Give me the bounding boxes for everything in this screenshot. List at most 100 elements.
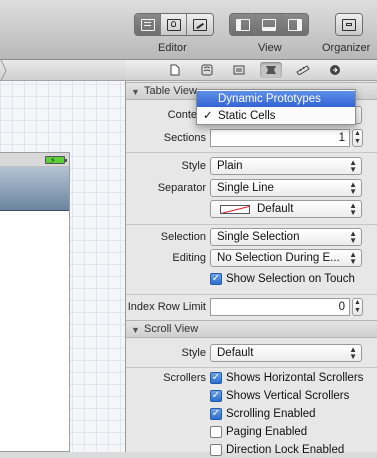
sections-label: Sections: [163, 132, 206, 144]
editing-popup-value: No Selection During E...: [217, 252, 340, 264]
separator-color-popup[interactable]: Default ▲ ▼: [210, 200, 362, 218]
standard-editor-icon: [140, 18, 155, 31]
index-row-limit-field[interactable]: 0: [210, 298, 350, 316]
sections-field[interactable]: 1: [210, 129, 350, 147]
divider: [126, 224, 377, 225]
paging-enabled-label: Paging Enabled: [226, 426, 308, 438]
show-selection-checkbox[interactable]: ✓ Show Selection on Touch: [210, 271, 355, 287]
quick-help-icon: [201, 64, 213, 76]
organizer-label: Organizer: [322, 42, 371, 54]
disclosure-triangle-icon: ▼: [131, 87, 140, 97]
window-toolbar: Editor View Organizer: [0, 0, 377, 60]
index-row-limit-stepper[interactable]: ▲ ▼: [352, 298, 363, 316]
view-label: View: [258, 42, 282, 54]
battery-icon: ⚡: [45, 156, 67, 165]
editing-popup[interactable]: No Selection During E... ▲ ▼: [210, 249, 362, 267]
view-segmented-control[interactable]: [229, 13, 309, 36]
identity-inspector-tab[interactable]: [228, 62, 250, 78]
standard-editor-button[interactable]: [135, 14, 161, 35]
index-row-limit-label: Index Row Limit: [127, 301, 206, 313]
checkmark-icon: ✓: [203, 110, 213, 122]
scrolling-enabled-checkbox[interactable]: ✓ Scrolling Enabled: [210, 406, 316, 422]
direction-lock-enabled-checkbox[interactable]: Direction Lock Enabled: [210, 442, 344, 458]
inspector-tab-bar: [126, 60, 377, 81]
scroll-style-label: Style: [181, 347, 206, 359]
selection-popup[interactable]: Single Selection ▲ ▼: [210, 228, 362, 246]
simulated-status-bar: ⚡: [0, 153, 69, 167]
connections-inspector-tab[interactable]: [324, 62, 346, 78]
organizer-icon-button[interactable]: [336, 14, 362, 35]
debug-area-toggle-button[interactable]: [256, 14, 282, 35]
sections-stepper[interactable]: ▲ ▼: [352, 129, 363, 147]
menu-item-label: Dynamic Prototypes: [218, 93, 321, 105]
separator-popup[interactable]: Single Line ▲ ▼: [210, 179, 362, 197]
attributes-inspector-tab[interactable]: [260, 62, 282, 78]
version-editor-icon: [193, 18, 207, 31]
chevron-updown-icon: ▲▼: [349, 345, 357, 361]
show-selection-label: Show Selection on Touch: [226, 273, 355, 285]
content-popup-menu: Dynamic Prototypes ✓ Static Cells: [196, 89, 356, 125]
menu-item-label: Static Cells: [218, 110, 276, 122]
disclosure-triangle-icon: ▼: [131, 325, 140, 335]
simulated-navigation-bar: [0, 167, 69, 211]
separator-label: Separator: [157, 182, 206, 194]
color-swatch-icon: [220, 205, 250, 214]
checkbox-unchecked-icon: [210, 426, 222, 438]
debug-area-toggle-icon: [261, 18, 276, 31]
checkbox-checked-icon: ✓: [210, 372, 222, 384]
charging-bolt-icon: ⚡: [50, 156, 56, 165]
divider: [126, 294, 377, 295]
style-popup[interactable]: Plain ▲ ▼: [210, 157, 362, 175]
chevron-updown-icon: ▲▼: [349, 201, 357, 217]
utilities-toggle-icon: [288, 18, 302, 31]
version-editor-button[interactable]: [187, 14, 213, 35]
checkbox-checked-icon: ✓: [210, 273, 222, 285]
scroll-view-section-header[interactable]: ▼ Scroll View: [126, 320, 377, 338]
selection-label: Selection: [160, 231, 206, 243]
direction-lock-enabled-label: Direction Lock Enabled: [226, 444, 345, 456]
separator-color-value: Default: [257, 203, 294, 215]
utilities-toggle-button[interactable]: [282, 14, 308, 35]
size-inspector-icon: [296, 65, 310, 75]
scroll-view-header-label: Scroll View: [144, 323, 199, 335]
jump-bar-chevron-icon: [0, 60, 7, 81]
quick-help-tab[interactable]: [196, 62, 218, 78]
chevron-updown-icon: ▲▼: [349, 158, 357, 174]
chevron-updown-icon: ▲▼: [349, 180, 357, 196]
selection-popup-value: Single Selection: [217, 231, 300, 243]
assistant-editor-button[interactable]: [161, 14, 187, 35]
checkbox-checked-icon: ✓: [210, 408, 222, 420]
editor-segmented-control[interactable]: [134, 13, 214, 36]
shows-vertical-scrollers-checkbox[interactable]: ✓ Shows Vertical Scrollers: [210, 388, 349, 404]
chevron-updown-icon: ▲▼: [349, 229, 357, 245]
organizer-button[interactable]: [335, 13, 363, 36]
table-view-header-label: Table View: [144, 85, 197, 97]
storyboard-canvas[interactable]: ⚡: [0, 60, 126, 452]
chevron-updown-icon: ▲▼: [349, 250, 357, 266]
assistant-editor-icon: [166, 18, 181, 31]
divider: [126, 152, 377, 153]
checkbox-unchecked-icon: [210, 444, 222, 456]
size-inspector-tab[interactable]: [292, 62, 314, 78]
paging-enabled-checkbox[interactable]: Paging Enabled: [210, 424, 307, 440]
scroll-style-popup[interactable]: Default ▲ ▼: [210, 344, 362, 362]
organizer-icon: [342, 18, 356, 31]
content-label: Conte: [167, 109, 197, 121]
identity-inspector-icon: [233, 65, 245, 75]
shows-vertical-scrollers-label: Shows Vertical Scrollers: [226, 390, 350, 402]
scrolling-enabled-label: Scrolling Enabled: [226, 408, 316, 420]
file-inspector-tab[interactable]: [164, 62, 186, 78]
shows-horizontal-scrollers-label: Shows Horizontal Scrollers: [226, 372, 364, 384]
editing-label: Editing: [172, 252, 206, 264]
checkbox-checked-icon: ✓: [210, 390, 222, 402]
navigator-toggle-button[interactable]: [230, 14, 256, 35]
menu-item-dynamic-prototypes[interactable]: Dynamic Prototypes: [197, 91, 355, 107]
style-popup-value: Plain: [217, 160, 243, 172]
shows-horizontal-scrollers-checkbox[interactable]: ✓ Shows Horizontal Scrollers: [210, 370, 363, 386]
style-label: Style: [181, 160, 206, 172]
menu-item-static-cells[interactable]: ✓ Static Cells: [197, 108, 355, 124]
table-view-controller-scene[interactable]: ⚡: [0, 152, 70, 452]
editor-label: Editor: [158, 42, 187, 54]
scroll-style-popup-value: Default: [217, 347, 254, 359]
divider: [126, 367, 377, 368]
